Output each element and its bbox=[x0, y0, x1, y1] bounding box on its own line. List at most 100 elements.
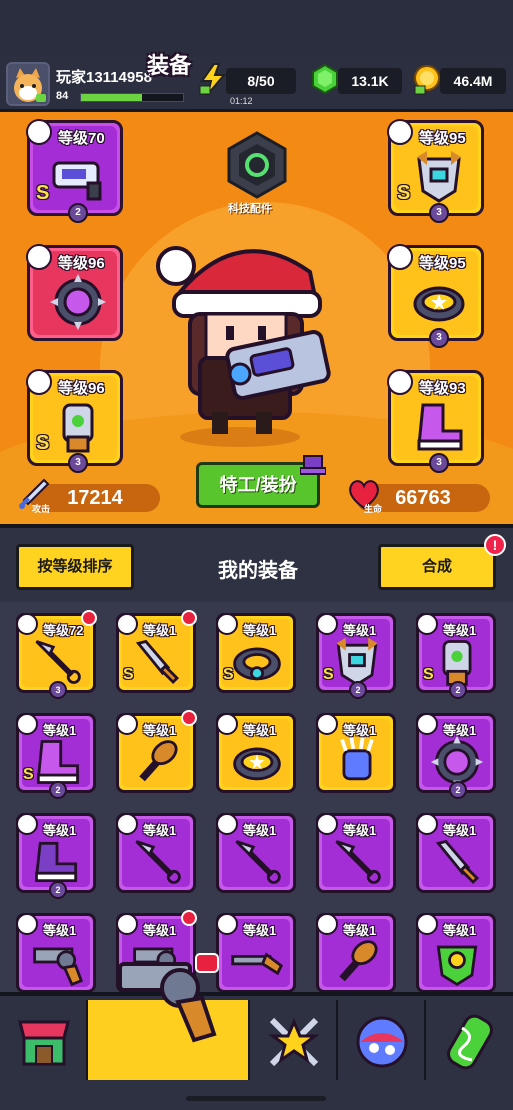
status-bar-area bbox=[0, 0, 513, 56]
hp-label: 生命 bbox=[364, 504, 383, 514]
item-type-icon bbox=[216, 613, 238, 635]
ring-icon bbox=[233, 647, 281, 681]
merge-button[interactable]: 合成 bbox=[378, 544, 496, 590]
item-level: 等级72 bbox=[43, 623, 84, 638]
item-level: 等级1 bbox=[143, 923, 177, 938]
star-count: 3 bbox=[429, 203, 449, 223]
coin-counter[interactable]: 46.4M bbox=[440, 68, 506, 94]
revolver-icon bbox=[33, 947, 84, 987]
slot-level: 等级93 bbox=[419, 380, 466, 397]
item-level: 等级1 bbox=[443, 723, 477, 738]
inventory-item[interactable]: 等级1 bbox=[416, 813, 496, 893]
nav-battle[interactable] bbox=[250, 1000, 338, 1080]
spiked-collar-icon bbox=[50, 274, 106, 330]
claw-glove-icon bbox=[340, 737, 374, 781]
item-level: 等级1 bbox=[343, 723, 377, 738]
item-type-icon bbox=[416, 913, 438, 935]
inventory-item[interactable]: 等级1 bbox=[316, 813, 396, 893]
star-count: 2 bbox=[449, 681, 467, 699]
item-level: 等级1 bbox=[43, 923, 77, 938]
plant-armor-icon bbox=[436, 945, 478, 987]
inventory-item[interactable]: 等级1 S bbox=[216, 613, 296, 693]
item-level: 等级1 bbox=[143, 723, 177, 738]
slot-level: 等级96 bbox=[58, 255, 105, 272]
crossed-swords-star-icon bbox=[268, 1017, 320, 1067]
grade-badge: S bbox=[397, 182, 411, 204]
nav-genes[interactable] bbox=[426, 1000, 513, 1080]
slot-type-icon bbox=[26, 119, 52, 145]
inventory-item[interactable]: 等级1 2 bbox=[16, 813, 96, 899]
item-type-icon bbox=[216, 913, 238, 935]
power-gauntlet-icon bbox=[62, 403, 94, 453]
sort-by-level-button[interactable]: 按等级排序 bbox=[16, 544, 134, 590]
new-item-badge bbox=[181, 910, 197, 926]
inventory-item[interactable]: 等级1 2 bbox=[416, 713, 496, 799]
item-level: 等级1 bbox=[343, 623, 377, 638]
inventory-item[interactable]: 等级1 bbox=[316, 913, 396, 993]
inventory-item[interactable]: 等级1 S 2 bbox=[16, 713, 96, 799]
nav-shop[interactable] bbox=[0, 1000, 88, 1080]
xp-bar bbox=[80, 93, 184, 102]
inventory-item[interactable]: 等级1 bbox=[116, 813, 196, 893]
new-item-badge bbox=[181, 610, 197, 626]
inventory-item[interactable]: 等级1 bbox=[316, 713, 396, 793]
cat-avatar-icon bbox=[8, 64, 48, 104]
star-count: 2 bbox=[49, 781, 67, 799]
item-type-icon bbox=[116, 713, 138, 735]
inventory-item[interactable]: 等级1 S 2 bbox=[416, 613, 496, 699]
inventory-item[interactable]: 等级1 S 2 bbox=[316, 613, 396, 699]
inventory-item[interactable]: 等级1 bbox=[416, 913, 496, 993]
gem-counter[interactable]: 13.1K bbox=[338, 68, 402, 94]
inventory-item[interactable]: 等级1 bbox=[16, 913, 96, 993]
bottom-nav bbox=[0, 992, 513, 1110]
tech-accessory-icon[interactable] bbox=[222, 130, 292, 200]
inventory-item[interactable]: 等级1 bbox=[216, 913, 296, 993]
star-count: 2 bbox=[49, 881, 67, 899]
item-level: 等级1 bbox=[243, 623, 277, 638]
slot-level: 等级70 bbox=[58, 130, 105, 147]
item-type-icon bbox=[416, 713, 438, 735]
item-type-icon bbox=[416, 813, 438, 835]
energy-timer: 01:12 bbox=[230, 96, 253, 106]
equip-slot-weapon[interactable]: 等级70 S 2 bbox=[26, 119, 123, 223]
star-count: 2 bbox=[68, 203, 88, 223]
slot-type-icon bbox=[26, 369, 52, 395]
item-level: 等级1 bbox=[43, 823, 77, 838]
equip-slot-necklace[interactable]: 等级96 bbox=[26, 244, 123, 341]
item-level: 等级1 bbox=[243, 823, 277, 838]
inventory-item[interactable]: 等级72 3 bbox=[16, 610, 97, 699]
green-gem-icon bbox=[312, 63, 338, 95]
shotgun-icon bbox=[231, 952, 284, 976]
slot-type-icon bbox=[387, 244, 413, 270]
item-type-icon bbox=[316, 813, 338, 835]
ball-icon bbox=[356, 1016, 408, 1068]
kunai-icon bbox=[235, 840, 281, 884]
nav-events[interactable] bbox=[338, 1000, 426, 1080]
kunai-icon bbox=[135, 840, 181, 884]
item-type-icon bbox=[16, 613, 38, 635]
inventory-item[interactable]: 等级1 S bbox=[116, 610, 197, 693]
slot-level: 等级95 bbox=[419, 255, 466, 272]
nav-equipment-label: 装备 bbox=[146, 53, 191, 78]
equipment-nav-revolver-icon bbox=[118, 953, 219, 1043]
home-indicator bbox=[186, 1096, 326, 1101]
equip-slot-boots[interactable]: 等级93 3 bbox=[387, 369, 484, 473]
equip-slot-armor[interactable]: 等级95 S 3 bbox=[387, 119, 484, 223]
slot-type-icon bbox=[387, 369, 413, 395]
item-type-icon bbox=[316, 613, 338, 635]
item-type-icon bbox=[16, 913, 38, 935]
equip-slot-ring[interactable]: 等级95 3 bbox=[387, 244, 484, 348]
grade-badge: S bbox=[36, 432, 50, 454]
inventory-item[interactable]: 等级1 bbox=[116, 710, 197, 793]
star-count: 3 bbox=[429, 453, 449, 473]
equip-slot-glove[interactable]: 等级96 S 3 bbox=[26, 369, 123, 473]
sword-icon bbox=[135, 639, 180, 685]
club-icon bbox=[339, 940, 378, 982]
grade-badge: S bbox=[223, 666, 234, 683]
item-level: 等级1 bbox=[343, 923, 377, 938]
inventory-item[interactable]: 等级1 bbox=[216, 813, 296, 893]
player-avatar[interactable] bbox=[6, 62, 50, 106]
item-level: 等级1 bbox=[443, 923, 477, 938]
inventory-item[interactable]: 等级1 bbox=[216, 713, 296, 793]
item-type-icon bbox=[216, 813, 238, 835]
